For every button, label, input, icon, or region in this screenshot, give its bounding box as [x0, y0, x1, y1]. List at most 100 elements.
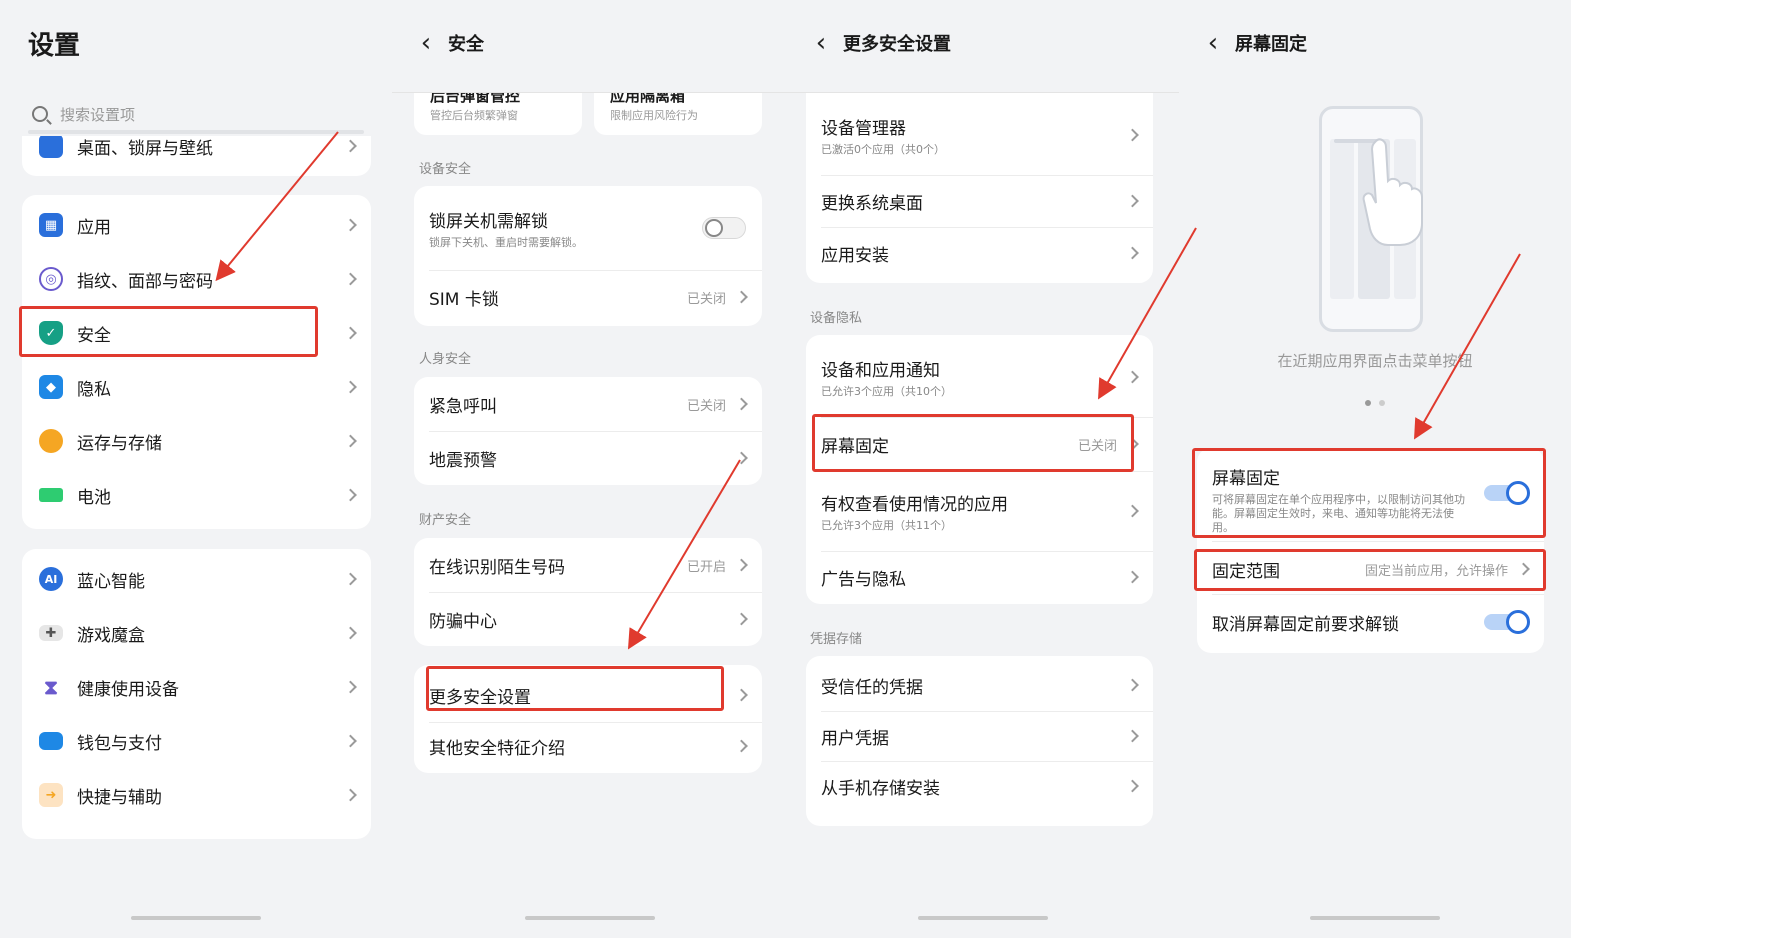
trusted-credentials-item[interactable]: 受信任的凭据: [806, 658, 1153, 712]
home-indicator[interactable]: [131, 916, 261, 920]
device-admin-card: 设备管理器 已激活0个应用（共0个） 更换系统桌面 应用安装: [806, 93, 1153, 283]
search-input[interactable]: 搜索设置项: [60, 104, 135, 125]
chevron-right-icon: [344, 434, 357, 448]
screen-pin-toggle-item[interactable]: 屏幕固定 可将屏幕固定在单个应用程序中，以限制访问其他功能。屏幕固定生效时，来电…: [1197, 448, 1544, 538]
item-label: 隐私: [77, 379, 111, 400]
item-subtitle: 已激活0个应用（共0个）: [821, 142, 945, 156]
chevron-right-icon: [1126, 729, 1139, 743]
device-security-card: 锁屏关机需解锁 锁屏下关机、重启时需要解锁。 SIM 卡锁 已关闭: [414, 186, 762, 326]
page-dot-active[interactable]: [1365, 400, 1371, 406]
search-icon: [32, 106, 48, 122]
screen-pin-toggle[interactable]: [1484, 481, 1530, 505]
item-label: 健康使用设备: [77, 679, 179, 700]
chevron-right-icon: [344, 488, 357, 502]
ai-icon: AI: [39, 567, 63, 591]
shortcut-icon: ➜: [39, 783, 63, 807]
item-label: 锁屏关机需解锁: [429, 211, 548, 232]
chevron-right-icon: [735, 290, 748, 304]
list-item[interactable]: 桌面、锁屏与壁纸: [22, 136, 371, 166]
sidebar-item-shortcut[interactable]: ➜ 快捷与辅助: [22, 768, 371, 822]
search-bar[interactable]: 搜索设置项: [22, 96, 370, 132]
notifications-item[interactable]: 设备和应用通知 已允许3个应用（共10个）: [806, 337, 1153, 417]
sidebar-item-wallet[interactable]: 钱包与支付: [22, 714, 371, 768]
device-privacy-card: 设备和应用通知 已允许3个应用（共10个） 屏幕固定 已关闭 有权查看使用情况的…: [806, 335, 1153, 604]
identify-number-item[interactable]: 在线识别陌生号码 已开启: [414, 538, 762, 592]
other-features-item[interactable]: 其他安全特征介绍: [414, 719, 762, 773]
home-indicator[interactable]: [524, 916, 655, 920]
card-subtitle: 限制应用风险行为: [610, 109, 698, 122]
sidebar-item-ai[interactable]: AI 蓝心智能: [22, 552, 371, 606]
screen-pin-settings-card: 屏幕固定 可将屏幕固定在单个应用程序中，以限制访问其他功能。屏幕固定生效时，来电…: [1197, 448, 1544, 653]
shield-icon: ✓: [39, 321, 63, 345]
page-dot[interactable]: [1379, 400, 1385, 406]
security-header: ‹ 安全: [392, 0, 787, 92]
item-subtitle: 锁屏下关机、重启时需要解锁。: [429, 235, 583, 249]
usage-access-item[interactable]: 有权查看使用情况的应用 已允许3个应用（共11个）: [806, 471, 1153, 551]
back-arrow-icon[interactable]: ‹: [1199, 28, 1227, 58]
item-label: 广告与隐私: [821, 569, 906, 590]
card-subtitle: 管控后台频繁弹窗: [430, 109, 518, 122]
chevron-right-icon: [344, 272, 357, 286]
unlock-before-unpin-toggle[interactable]: [1484, 610, 1530, 634]
section-header: 设备安全: [419, 162, 472, 177]
sim-lock-item[interactable]: SIM 卡锁 已关闭: [414, 270, 762, 324]
section-header: 财产安全: [419, 513, 472, 528]
sidebar-item-apps[interactable]: ▦ 应用: [22, 198, 371, 252]
settings-panel: 设置 搜索设置项 桌面、锁屏与壁纸 ▦ 应用 ◎ 指纹、面部与密码 ✓ 安全 ◆: [0, 0, 392, 938]
lock-shutdown-toggle[interactable]: [702, 217, 746, 239]
illustration-card: [1330, 139, 1354, 299]
sidebar-item-security[interactable]: ✓ 安全: [22, 306, 371, 360]
user-credentials-item[interactable]: 用户凭据: [806, 711, 1153, 761]
back-arrow-icon[interactable]: ‹: [412, 28, 440, 58]
earthquake-item[interactable]: 地震预警: [414, 431, 762, 485]
chevron-right-icon: [1126, 570, 1139, 584]
home-indicator[interactable]: [1310, 916, 1440, 920]
chevron-right-icon: [1126, 370, 1139, 384]
section-header: 凭据存储: [810, 632, 863, 647]
personal-security-card: 紧急呼叫 已关闭 地震预警: [414, 377, 762, 485]
item-label: 应用安装: [821, 245, 889, 266]
illustration-caption: 在近期应用界面点击菜单按钮: [1277, 352, 1473, 370]
app-sandbox-card[interactable]: 应用隔离箱 限制应用风险行为: [594, 93, 762, 135]
item-label: 蓝心智能: [77, 571, 145, 592]
chevron-right-icon: [344, 626, 357, 640]
app-install-item[interactable]: 应用安装: [806, 227, 1153, 279]
unlock-before-unpin-item[interactable]: 取消屏幕固定前要求解锁: [1197, 596, 1544, 648]
pin-scope-item[interactable]: 固定范围 固定当前应用，允许操作: [1197, 545, 1544, 593]
device-admin-item[interactable]: 设备管理器 已激活0个应用（共0个）: [806, 95, 1153, 175]
security-panel: ‹ 安全 后台弹窗管控 管控后台频繁弹窗 应用隔离箱 限制应用风险行为 设备安全…: [392, 0, 787, 938]
sidebar-item-fingerprint[interactable]: ◎ 指纹、面部与密码: [22, 252, 371, 306]
more-security-header: ‹ 更多安全设置: [787, 0, 1179, 92]
screen-pin-panel: ‹ 屏幕固定 在近期应用界面点击菜单按钮 屏幕固定 可将屏幕固定在单个应用程序中…: [1179, 0, 1571, 938]
status-value: 固定当前应用，允许操作: [1364, 563, 1508, 579]
more-security-item[interactable]: 更多安全设置: [414, 668, 762, 722]
hand-pointer-icon: [1362, 138, 1423, 246]
credentials-card: 受信任的凭据 用户凭据 从手机存储安装: [806, 656, 1153, 826]
anti-fraud-item[interactable]: 防骗中心: [414, 592, 762, 646]
lock-shutdown-item[interactable]: 锁屏关机需解锁 锁屏下关机、重启时需要解锁。: [414, 186, 762, 270]
emergency-call-item[interactable]: 紧急呼叫 已关闭: [414, 377, 762, 431]
sidebar-item-storage[interactable]: 运存与存储: [22, 414, 371, 468]
back-arrow-icon[interactable]: ‹: [807, 28, 835, 58]
sidebar-item-health[interactable]: ⧗ 健康使用设备: [22, 660, 371, 714]
install-from-storage-item[interactable]: 从手机存储安装: [806, 761, 1153, 811]
chevron-right-icon: [344, 139, 357, 153]
screen-pin-item[interactable]: 屏幕固定 已关闭: [806, 417, 1153, 471]
ads-privacy-item[interactable]: 广告与隐私: [806, 551, 1153, 603]
item-label: 指纹、面部与密码: [77, 271, 213, 292]
sidebar-item-privacy[interactable]: ◆ 隐私: [22, 360, 371, 414]
chevron-right-icon: [735, 688, 748, 702]
item-label: 地震预警: [429, 450, 497, 471]
change-launcher-item[interactable]: 更换系统桌面: [806, 175, 1153, 227]
item-label: 快捷与辅助: [77, 787, 162, 808]
sidebar-item-battery[interactable]: 电池: [22, 468, 371, 522]
item-label: 设备管理器: [821, 118, 906, 139]
property-security-card: 在线识别陌生号码 已开启 防骗中心: [414, 538, 762, 646]
home-indicator[interactable]: [918, 916, 1048, 920]
item-label: 应用: [77, 217, 111, 238]
popup-control-card[interactable]: 后台弹窗管控 管控后台频繁弹窗: [414, 93, 582, 135]
chevron-right-icon: [344, 326, 357, 340]
sidebar-item-game[interactable]: ✚ 游戏魔盒: [22, 606, 371, 660]
chevron-right-icon: [1126, 779, 1139, 793]
item-subtitle: 已允许3个应用（共11个）: [821, 518, 952, 532]
